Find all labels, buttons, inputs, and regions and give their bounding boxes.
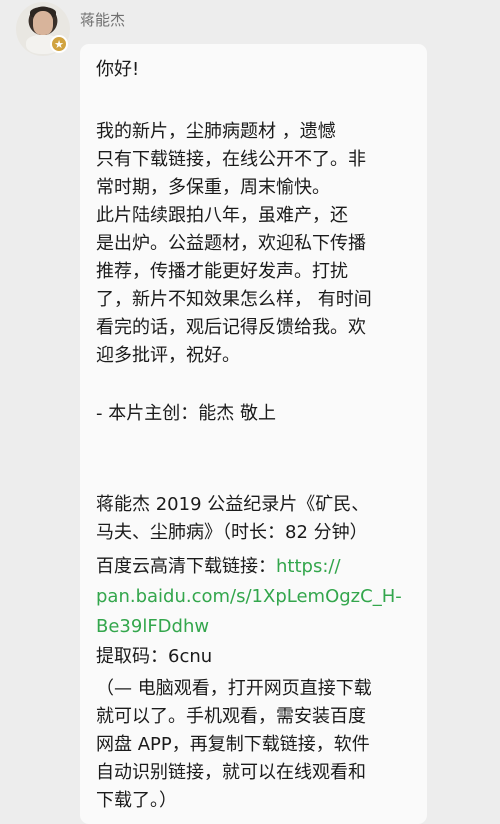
- message-line: 提取码：6cnu: [96, 646, 213, 667]
- message-line: （— 电脑观看，打开网页直接下载: [96, 678, 372, 699]
- sender-name: 蒋能杰: [80, 11, 126, 29]
- message-line: 了，新片不知效果怎么样， 有时间: [96, 289, 372, 310]
- message-line: 常时期，多保重，周末愉快。: [96, 177, 330, 198]
- message-line: 此片陆续跟拍八年，虽难产，还: [96, 205, 348, 226]
- download-link-label: 百度云高清下载链接：: [96, 556, 276, 577]
- avatar-face: [33, 11, 53, 35]
- message-line: - 本片主创：能杰 敬上: [96, 403, 276, 424]
- download-link[interactable]: pan.baidu.com/s/1XpLemOgzC_H-: [96, 588, 402, 606]
- star-badge-icon: ★: [50, 35, 68, 53]
- message-line: 蒋能杰 2019 公益纪录片《矿民、: [96, 494, 370, 515]
- message-line: 你好!: [96, 59, 140, 80]
- message-line: 看完的话，观后记得反馈给我。欢: [96, 317, 366, 338]
- download-link[interactable]: Be39lFDdhw: [96, 618, 209, 636]
- message-line: 自动识别链接，就可以在线观看和: [96, 762, 366, 783]
- message-line: 是出炉。公益题材，欢迎私下传播: [96, 233, 366, 254]
- message-line: 就可以了。手机观看，需安装百度: [96, 706, 366, 727]
- download-link[interactable]: https://: [276, 556, 341, 577]
- message-line: 下载了。）: [96, 790, 177, 811]
- message-line: 网盘 APP，再复制下载链接，软件: [96, 734, 370, 755]
- message-line: 只有下载链接，在线公开不了。非: [96, 149, 366, 170]
- message-line: 马夫、尘肺病》（时长：82 分钟）: [96, 522, 368, 543]
- message-line: 百度云高清下载链接：https://: [96, 558, 341, 576]
- message-line: 我的新片，尘肺病题材 ，遗憾: [96, 121, 336, 142]
- message-line: 推荐，传播才能更好发声。打扰: [96, 261, 348, 282]
- message-line: 迎多批评，祝好。: [96, 345, 240, 366]
